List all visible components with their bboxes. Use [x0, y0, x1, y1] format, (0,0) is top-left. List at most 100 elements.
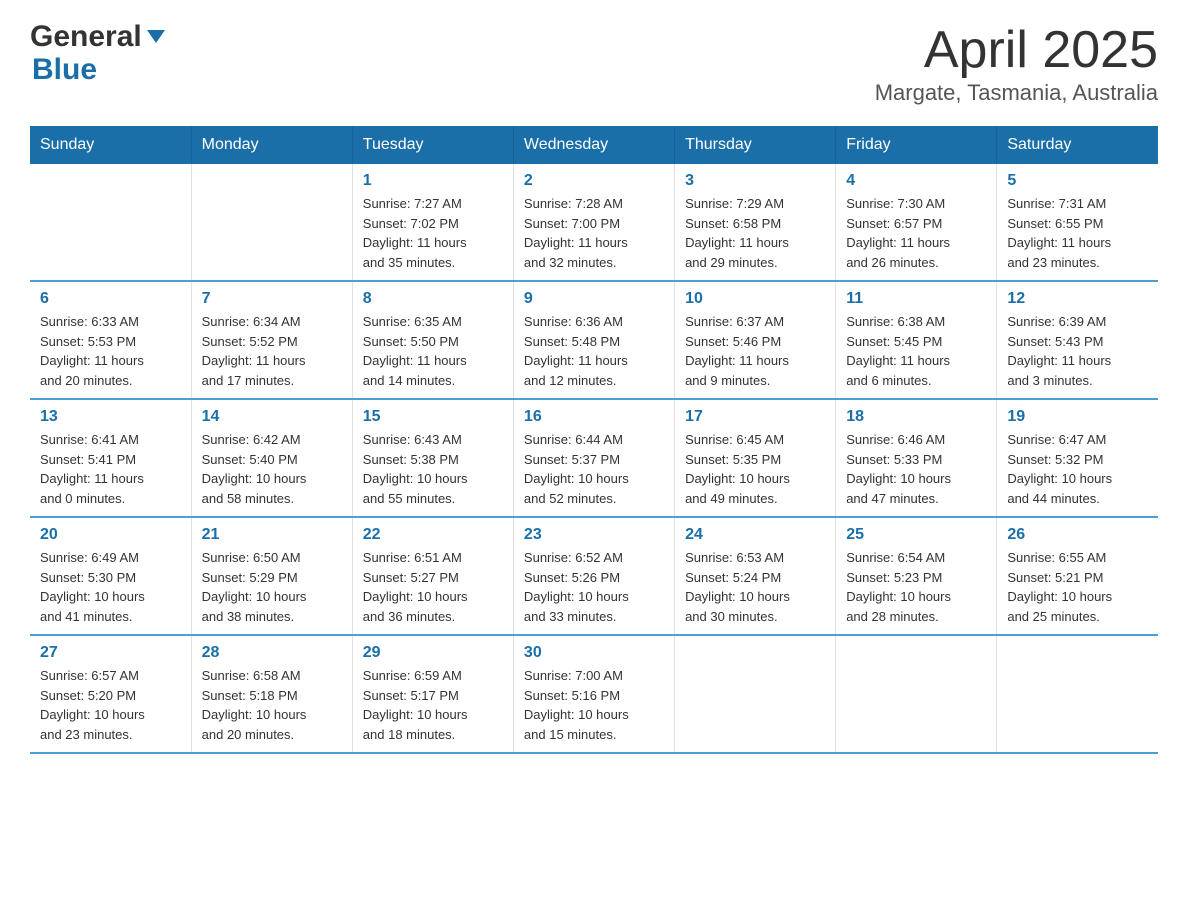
- day-info: Sunrise: 6:50 AM Sunset: 5:29 PM Dayligh…: [202, 548, 342, 626]
- day-info: Sunrise: 6:51 AM Sunset: 5:27 PM Dayligh…: [363, 548, 503, 626]
- day-number: 24: [685, 526, 825, 544]
- calendar-cell: 8 Sunrise: 6:35 AM Sunset: 5:50 PM Daylig…: [352, 281, 513, 399]
- calendar-cell: 30 Sunrise: 7:00 AM Sunset: 5:16 PM Dayli…: [513, 635, 674, 753]
- day-info: Sunrise: 6:49 AM Sunset: 5:30 PM Dayligh…: [40, 548, 181, 626]
- calendar-cell: 26Sunrise: 6:55 AM Sunset: 5:21 PM Dayli…: [997, 517, 1158, 635]
- calendar-cell: 22 Sunrise: 6:51 AM Sunset: 5:27 PM Dayli…: [352, 517, 513, 635]
- calendar-cell: 19 Sunrise: 6:47 AM Sunset: 5:32 PM Dayli…: [997, 399, 1158, 517]
- calendar-cell: 10Sunrise: 6:37 AM Sunset: 5:46 PM Dayli…: [675, 281, 836, 399]
- calendar-week-row: 1 Sunrise: 7:27 AM Sunset: 7:02 PM Daylig…: [30, 164, 1158, 281]
- day-info: Sunrise: 7:27 AM Sunset: 7:02 PM Dayligh…: [363, 194, 503, 272]
- calendar-cell: 28 Sunrise: 6:58 AM Sunset: 5:18 PM Dayli…: [191, 635, 352, 753]
- calendar-cell: 21 Sunrise: 6:50 AM Sunset: 5:29 PM Dayli…: [191, 517, 352, 635]
- day-number: 29: [363, 644, 503, 662]
- day-number: 14: [202, 408, 342, 426]
- day-number: 8: [363, 290, 503, 308]
- day-info: Sunrise: 7:29 AM Sunset: 6:58 PM Dayligh…: [685, 194, 825, 272]
- day-of-week-header: Friday: [836, 126, 997, 164]
- calendar-cell: [997, 635, 1158, 753]
- calendar-cell: 20 Sunrise: 6:49 AM Sunset: 5:30 PM Dayli…: [30, 517, 191, 635]
- day-info: Sunrise: 6:41 AM Sunset: 5:41 PM Dayligh…: [40, 430, 181, 508]
- calendar-title: April 2025: [875, 20, 1158, 80]
- calendar-cell: 25 Sunrise: 6:54 AM Sunset: 5:23 PM Dayli…: [836, 517, 997, 635]
- calendar-week-row: 6 Sunrise: 6:33 AM Sunset: 5:53 PM Daylig…: [30, 281, 1158, 399]
- day-number: 19: [1007, 408, 1148, 426]
- calendar-week-row: 27Sunrise: 6:57 AM Sunset: 5:20 PM Dayli…: [30, 635, 1158, 753]
- calendar-cell: 29Sunrise: 6:59 AM Sunset: 5:17 PM Dayli…: [352, 635, 513, 753]
- calendar-cell: 5Sunrise: 7:31 AM Sunset: 6:55 PM Daylig…: [997, 164, 1158, 281]
- calendar-cell: 27Sunrise: 6:57 AM Sunset: 5:20 PM Dayli…: [30, 635, 191, 753]
- day-number: 5: [1007, 172, 1148, 190]
- calendar-cell: 2 Sunrise: 7:28 AM Sunset: 7:00 PM Daylig…: [513, 164, 674, 281]
- page-header: General Blue April 2025 Margate, Tasmani…: [30, 20, 1158, 106]
- calendar-header-row: SundayMondayTuesdayWednesdayThursdayFrid…: [30, 126, 1158, 164]
- day-number: 27: [40, 644, 181, 662]
- logo-general-text: General: [30, 20, 142, 53]
- calendar-cell: 24 Sunrise: 6:53 AM Sunset: 5:24 PM Dayli…: [675, 517, 836, 635]
- calendar-cell: [30, 164, 191, 281]
- day-number: 2: [524, 172, 664, 190]
- day-number: 16: [524, 408, 664, 426]
- day-info: Sunrise: 6:46 AM Sunset: 5:33 PM Dayligh…: [846, 430, 986, 508]
- day-number: 13: [40, 408, 181, 426]
- day-number: 3: [685, 172, 825, 190]
- day-info: Sunrise: 7:00 AM Sunset: 5:16 PM Dayligh…: [524, 666, 664, 744]
- day-info: Sunrise: 6:47 AM Sunset: 5:32 PM Dayligh…: [1007, 430, 1148, 508]
- day-number: 1: [363, 172, 503, 190]
- day-info: Sunrise: 6:43 AM Sunset: 5:38 PM Dayligh…: [363, 430, 503, 508]
- title-block: April 2025 Margate, Tasmania, Australia: [875, 20, 1158, 106]
- day-info: Sunrise: 6:33 AM Sunset: 5:53 PM Dayligh…: [40, 312, 181, 390]
- logo: General Blue: [30, 20, 165, 86]
- day-number: 9: [524, 290, 664, 308]
- day-number: 11: [846, 290, 986, 308]
- day-of-week-header: Tuesday: [352, 126, 513, 164]
- day-info: Sunrise: 6:35 AM Sunset: 5:50 PM Dayligh…: [363, 312, 503, 390]
- calendar-cell: [675, 635, 836, 753]
- day-number: 23: [524, 526, 664, 544]
- calendar-cell: 3 Sunrise: 7:29 AM Sunset: 6:58 PM Daylig…: [675, 164, 836, 281]
- day-number: 21: [202, 526, 342, 544]
- day-info: Sunrise: 6:36 AM Sunset: 5:48 PM Dayligh…: [524, 312, 664, 390]
- calendar-cell: 13 Sunrise: 6:41 AM Sunset: 5:41 PM Dayli…: [30, 399, 191, 517]
- day-number: 30: [524, 644, 664, 662]
- calendar-cell: 4Sunrise: 7:30 AM Sunset: 6:57 PM Daylig…: [836, 164, 997, 281]
- logo-blue-text: Blue: [32, 53, 97, 86]
- day-number: 6: [40, 290, 181, 308]
- day-info: Sunrise: 7:30 AM Sunset: 6:57 PM Dayligh…: [846, 194, 986, 272]
- day-info: Sunrise: 6:39 AM Sunset: 5:43 PM Dayligh…: [1007, 312, 1148, 390]
- calendar-subtitle: Margate, Tasmania, Australia: [875, 80, 1158, 106]
- calendar-cell: 6 Sunrise: 6:33 AM Sunset: 5:53 PM Daylig…: [30, 281, 191, 399]
- day-number: 25: [846, 526, 986, 544]
- day-of-week-header: Monday: [191, 126, 352, 164]
- day-info: Sunrise: 6:42 AM Sunset: 5:40 PM Dayligh…: [202, 430, 342, 508]
- calendar-cell: 18Sunrise: 6:46 AM Sunset: 5:33 PM Dayli…: [836, 399, 997, 517]
- calendar-cell: 23Sunrise: 6:52 AM Sunset: 5:26 PM Dayli…: [513, 517, 674, 635]
- day-info: Sunrise: 6:34 AM Sunset: 5:52 PM Dayligh…: [202, 312, 342, 390]
- calendar-cell: 16Sunrise: 6:44 AM Sunset: 5:37 PM Dayli…: [513, 399, 674, 517]
- day-number: 15: [363, 408, 503, 426]
- calendar-cell: 7Sunrise: 6:34 AM Sunset: 5:52 PM Daylig…: [191, 281, 352, 399]
- day-info: Sunrise: 6:53 AM Sunset: 5:24 PM Dayligh…: [685, 548, 825, 626]
- day-number: 20: [40, 526, 181, 544]
- calendar-cell: 15 Sunrise: 6:43 AM Sunset: 5:38 PM Dayli…: [352, 399, 513, 517]
- calendar-cell: 1 Sunrise: 7:27 AM Sunset: 7:02 PM Daylig…: [352, 164, 513, 281]
- calendar-cell: 9 Sunrise: 6:36 AM Sunset: 5:48 PM Daylig…: [513, 281, 674, 399]
- day-number: 22: [363, 526, 503, 544]
- day-number: 17: [685, 408, 825, 426]
- day-of-week-header: Sunday: [30, 126, 191, 164]
- day-info: Sunrise: 6:37 AM Sunset: 5:46 PM Dayligh…: [685, 312, 825, 390]
- calendar-cell: 14 Sunrise: 6:42 AM Sunset: 5:40 PM Dayli…: [191, 399, 352, 517]
- day-number: 12: [1007, 290, 1148, 308]
- day-info: Sunrise: 7:28 AM Sunset: 7:00 PM Dayligh…: [524, 194, 664, 272]
- day-number: 28: [202, 644, 342, 662]
- calendar-cell: 12 Sunrise: 6:39 AM Sunset: 5:43 PM Dayli…: [997, 281, 1158, 399]
- day-info: Sunrise: 6:54 AM Sunset: 5:23 PM Dayligh…: [846, 548, 986, 626]
- day-of-week-header: Thursday: [675, 126, 836, 164]
- calendar-cell: [191, 164, 352, 281]
- day-info: Sunrise: 6:58 AM Sunset: 5:18 PM Dayligh…: [202, 666, 342, 744]
- calendar-cell: 17Sunrise: 6:45 AM Sunset: 5:35 PM Dayli…: [675, 399, 836, 517]
- calendar-cell: 11Sunrise: 6:38 AM Sunset: 5:45 PM Dayli…: [836, 281, 997, 399]
- calendar-week-row: 13 Sunrise: 6:41 AM Sunset: 5:41 PM Dayli…: [30, 399, 1158, 517]
- calendar-week-row: 20 Sunrise: 6:49 AM Sunset: 5:30 PM Dayli…: [30, 517, 1158, 635]
- day-info: Sunrise: 6:55 AM Sunset: 5:21 PM Dayligh…: [1007, 548, 1148, 626]
